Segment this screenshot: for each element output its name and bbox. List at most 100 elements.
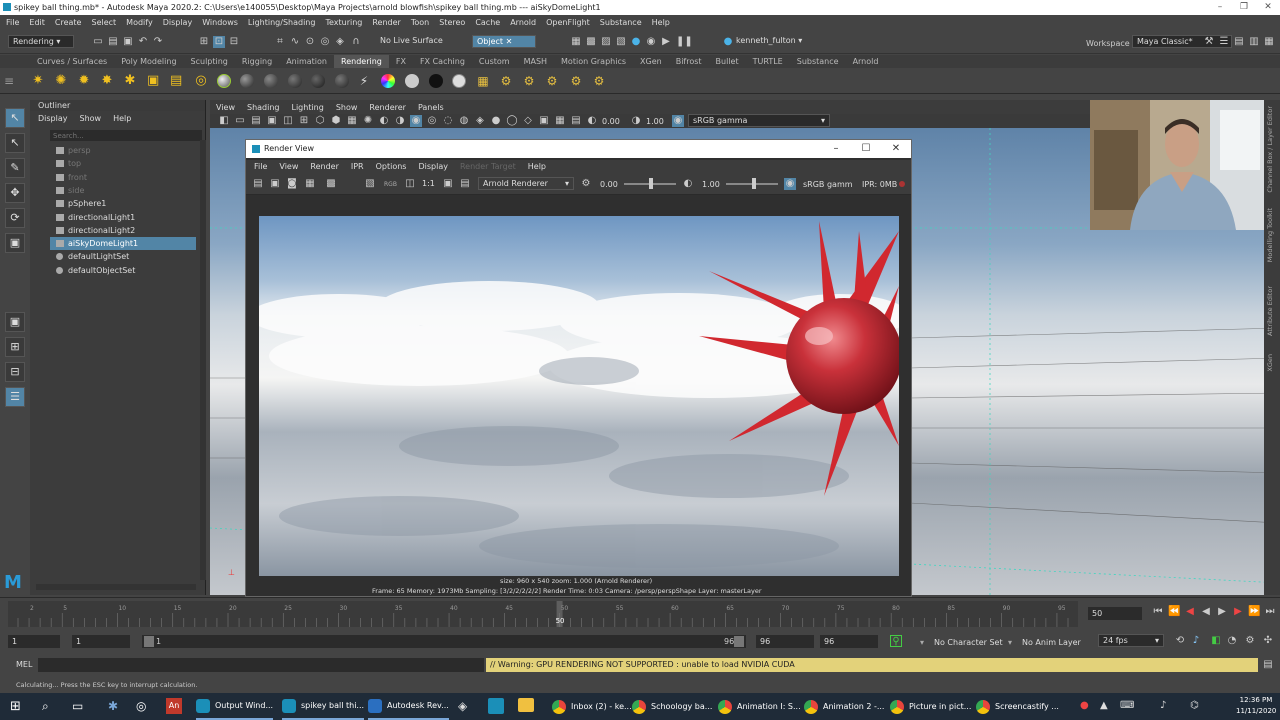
bluetooth-icon[interactable]: ✱ (108, 699, 118, 713)
phong-icon[interactable] (264, 74, 278, 88)
select-component-icon[interactable]: ⊟ (228, 36, 240, 48)
menu-modify[interactable]: Modify (126, 18, 153, 27)
close-icon[interactable]: ✕ (1256, 0, 1280, 15)
menu-substance[interactable]: Substance (600, 18, 642, 27)
attribute-editor-icon[interactable]: ▤ (1233, 36, 1245, 48)
clock-time[interactable]: 12:36 PM (1236, 696, 1276, 704)
select-camera-icon[interactable]: ◧ (218, 115, 230, 127)
time-settings-icon[interactable]: ✣ (1262, 635, 1274, 647)
shelf-tab-bullet[interactable]: Bullet (709, 55, 746, 68)
step-back-key-icon[interactable]: ⏪ (1168, 606, 1180, 618)
scale-tool-icon[interactable]: ▣ (5, 233, 25, 253)
ipr-icon[interactable]: ▦ (304, 178, 316, 190)
rotate-tool-icon[interactable]: ⟳ (5, 208, 25, 228)
arnold-render-icon[interactable]: ◉ (645, 36, 657, 48)
snap-point-icon[interactable]: ⊙ (304, 36, 316, 48)
surface-shader-icon[interactable] (335, 74, 349, 88)
layout-four-icon[interactable]: ⊞ (5, 337, 25, 357)
blinn-icon[interactable] (240, 74, 254, 88)
shelf-tab-xgen[interactable]: XGen (633, 55, 669, 68)
tab-xgen[interactable]: XGen (1266, 354, 1274, 372)
character-set-arrow-icon[interactable]: ▾ (920, 638, 924, 647)
character-set-dropdown[interactable]: No Character Set (934, 638, 1003, 647)
viewport-colorspace-dropdown[interactable]: sRGB gamma ▾ (688, 114, 830, 127)
taskbar-app-spikey-ball-thi[interactable]: spikey ball thi... (282, 693, 365, 720)
hypershade-icon[interactable]: ● (630, 36, 642, 48)
mel-label[interactable]: MEL (16, 660, 32, 669)
render-view-icon[interactable]: ▦ (570, 36, 582, 48)
taskbar-app-animation-2[interactable]: Animation 2 -... (804, 693, 884, 720)
tab-channel-box[interactable]: Channel Box / Layer Editor (1266, 106, 1274, 193)
rgb-label[interactable]: RGB (384, 181, 397, 188)
pause-icon[interactable]: ❚❚ (676, 36, 693, 48)
shelf-menu-icon[interactable]: ≡ (4, 74, 14, 88)
resolution-gate-icon[interactable]: ◯ (506, 115, 518, 127)
real-size-button[interactable]: 1:1 (422, 179, 435, 188)
menu-set-dropdown[interactable]: Rendering ▾ (8, 35, 74, 48)
select-tool-icon[interactable]: ↖ (5, 108, 25, 128)
gamma-value[interactable]: 1.00 (702, 180, 720, 189)
ai-standard-surface-icon[interactable] (452, 74, 466, 88)
outliner-search-input[interactable] (50, 130, 202, 141)
live-surface-dropdown[interactable]: No Live Surface (376, 35, 454, 48)
object-field[interactable]: Object ✕ (472, 35, 536, 48)
restore-icon[interactable]: ❐ (1232, 0, 1256, 15)
menu-create[interactable]: Create (55, 18, 82, 27)
playback-start-field[interactable]: 1 (72, 635, 130, 648)
select-object-icon[interactable]: ⊡ (213, 36, 225, 48)
shelf-tab-bifrost[interactable]: Bifrost (669, 55, 709, 68)
render-view-close-icon[interactable]: ✕ (881, 140, 911, 158)
outliner-menu-help[interactable]: Help (113, 114, 131, 123)
shelf-tab-arnold[interactable]: Arnold (846, 55, 886, 68)
camera-icon[interactable]: ▤ (170, 74, 182, 87)
field-chart-icon[interactable]: ▣ (538, 115, 550, 127)
animation-end-field[interactable]: 96 (820, 635, 878, 648)
lasso-tool-icon[interactable]: ↖ (5, 133, 25, 153)
anisotropic-icon[interactable] (288, 74, 302, 88)
use-lights-icon[interactable]: ✺ (362, 115, 374, 127)
render-view-menu-view[interactable]: View (279, 162, 298, 171)
outliner-item-aiskydomelight1[interactable]: aiSkyDomeLight1 (50, 237, 196, 251)
render-view-maximize-icon[interactable]: ☐ (851, 140, 881, 158)
xray-joints-icon[interactable]: ◌ (442, 115, 454, 127)
shelf-tab-substance[interactable]: Substance (790, 55, 846, 68)
outliner-item-front[interactable]: front (50, 171, 196, 184)
anim-layer-dropdown[interactable]: No Anim Layer (1022, 638, 1081, 647)
render-icon[interactable]: ▩ (585, 36, 597, 48)
tab-attribute-editor[interactable]: Attribute Editor (1266, 286, 1274, 336)
menu-edit[interactable]: Edit (29, 18, 45, 27)
layout-two-icon[interactable]: ⊟ (5, 362, 25, 382)
menu-cache[interactable]: Cache (475, 18, 500, 27)
playback-prefs-icon[interactable]: ⚙ (1244, 635, 1256, 647)
menu-lighting-shading[interactable]: Lighting/Shading (248, 18, 316, 27)
step-forward-key-icon[interactable]: ⏩ (1248, 606, 1260, 618)
menu-toon[interactable]: Toon (411, 18, 429, 27)
tray-app-icon[interactable]: ● (1080, 700, 1089, 711)
auto-key-icon[interactable]: ⚲ (890, 635, 902, 647)
outliner-item-top[interactable]: top (50, 157, 196, 170)
renderer-dropdown[interactable]: Arnold Renderer ▾ (478, 177, 574, 190)
tool-settings-icon[interactable]: ▥ (1248, 36, 1260, 48)
ramp-texture-icon[interactable] (381, 74, 395, 88)
render-colorspace[interactable]: sRGB gamm (803, 180, 853, 189)
ambient-light-icon[interactable]: ✷ (32, 74, 44, 87)
shelf-tab-custom[interactable]: Custom (472, 55, 517, 68)
exposure-icon[interactable]: ◐ (586, 115, 598, 127)
ipr-render-icon[interactable]: ▨ (600, 36, 612, 48)
render-view-minimize-icon[interactable]: – (821, 140, 851, 158)
redo-render-icon[interactable]: ▤ (252, 178, 264, 190)
isolate-select-icon[interactable]: ◉ (410, 115, 422, 127)
render-view-menu-render[interactable]: Render (310, 162, 338, 171)
move-tool-icon[interactable]: ✥ (5, 183, 25, 203)
layout-single-icon[interactable]: ▣ (5, 312, 25, 332)
gamma-slider-handle[interactable] (752, 178, 756, 189)
gamma-icon-rv[interactable]: ◐ (682, 178, 694, 190)
bookmark-icon[interactable]: ▤ (250, 115, 262, 127)
grid-toggle-icon[interactable]: ⊞ (298, 115, 310, 127)
viewport-exposure-value[interactable]: 0.00 (602, 117, 620, 126)
go-to-start-icon[interactable]: ⏮ (1152, 606, 1164, 618)
tray-wifi-icon[interactable]: ⌬ (1190, 700, 1199, 711)
viewport-menu-lighting[interactable]: Lighting (291, 103, 323, 112)
wireframe-icon[interactable]: ⬡ (314, 115, 326, 127)
shelf-tab-rendering[interactable]: Rendering (334, 55, 389, 68)
